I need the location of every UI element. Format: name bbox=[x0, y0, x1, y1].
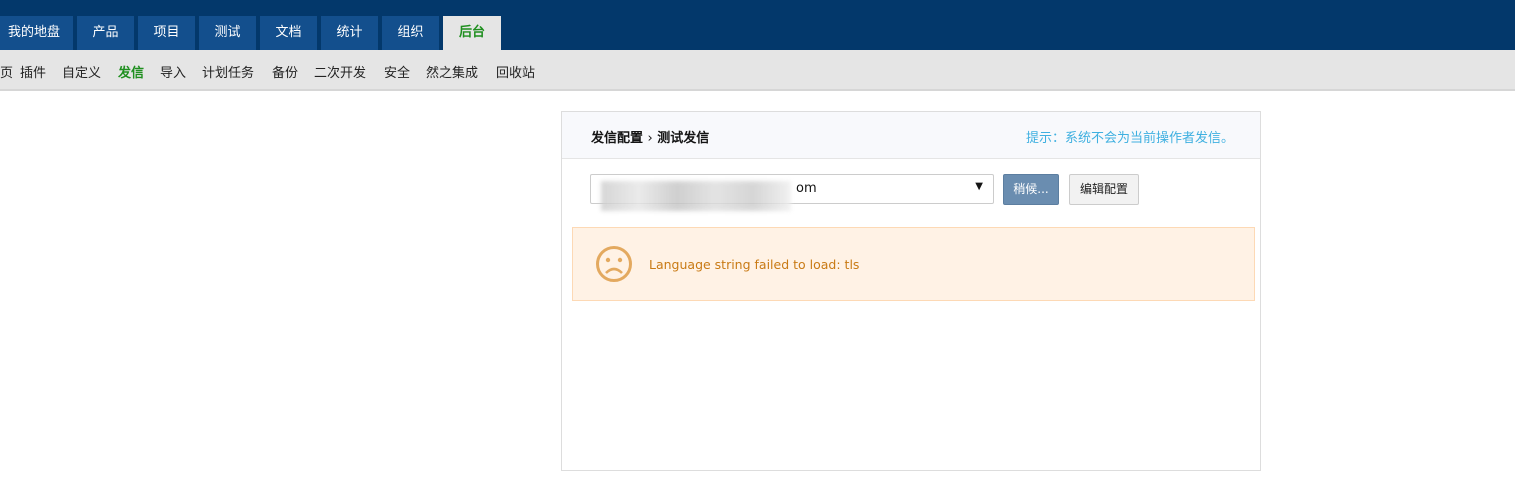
sad-face-icon bbox=[596, 246, 632, 282]
crumb-test-mail: 测试发信 bbox=[657, 131, 710, 146]
alert-message: Language string failed to load: tls bbox=[649, 257, 860, 272]
tab-project[interactable]: 项目 bbox=[138, 16, 195, 50]
subnav-backup[interactable]: 备份 bbox=[272, 62, 298, 81]
subnav-import[interactable]: 导入 bbox=[160, 62, 186, 81]
recipient-select[interactable]: om ▼ bbox=[590, 174, 994, 211]
subnav-cron[interactable]: 计划任务 bbox=[202, 62, 254, 81]
subnav-home[interactable]: 首页 bbox=[0, 62, 13, 81]
edit-config-button[interactable]: 编辑配置 bbox=[1069, 174, 1139, 205]
panel-header: 发信配置 › 测试发信 提示：系统不会为当前操作者发信。 bbox=[562, 112, 1260, 159]
tab-doc[interactable]: 文档 bbox=[260, 16, 317, 50]
tab-my[interactable]: 我的地盘 bbox=[0, 16, 73, 50]
send-button[interactable]: 稍候... bbox=[1003, 174, 1059, 205]
subnav-security[interactable]: 安全 bbox=[384, 62, 410, 81]
hint-text: 提示：系统不会为当前操作者发信。 bbox=[1025, 131, 1234, 146]
subnav-mail[interactable]: 发信 bbox=[118, 62, 144, 81]
error-alert: Language string failed to load: tls bbox=[572, 227, 1255, 301]
top-navbar: 我的地盘 产品 项目 测试 文档 统计 组织 后台 bbox=[0, 0, 1515, 50]
tab-test[interactable]: 测试 bbox=[199, 16, 256, 50]
sub-navbar: 首页 插件 自定义 发信 导入 计划任务 备份 二次开发 安全 然之集成 回收站 bbox=[0, 50, 1515, 91]
subnav-plugins[interactable]: 插件 bbox=[20, 62, 46, 81]
crumb-separator: › bbox=[647, 131, 653, 146]
tab-admin[interactable]: 后台 bbox=[443, 16, 501, 50]
subnav-custom[interactable]: 自定义 bbox=[62, 62, 101, 81]
tab-stats[interactable]: 统计 bbox=[321, 16, 378, 50]
subnav-ranzhi[interactable]: 然之集成 bbox=[426, 62, 478, 81]
caret-down-icon: ▼ bbox=[975, 181, 983, 192]
test-mail-panel: 发信配置 › 测试发信 提示：系统不会为当前操作者发信。 om ▼ 稍候... … bbox=[561, 111, 1261, 471]
breadcrumb: 发信配置 › 测试发信 bbox=[591, 127, 709, 146]
subnav-trash[interactable]: 回收站 bbox=[496, 62, 535, 81]
crumb-mail-config[interactable]: 发信配置 bbox=[591, 131, 643, 146]
redacted-blur bbox=[601, 181, 791, 211]
subnav-dev[interactable]: 二次开发 bbox=[314, 62, 366, 81]
tab-product[interactable]: 产品 bbox=[77, 16, 134, 50]
tab-org[interactable]: 组织 bbox=[382, 16, 439, 50]
select-value: om bbox=[796, 181, 817, 196]
